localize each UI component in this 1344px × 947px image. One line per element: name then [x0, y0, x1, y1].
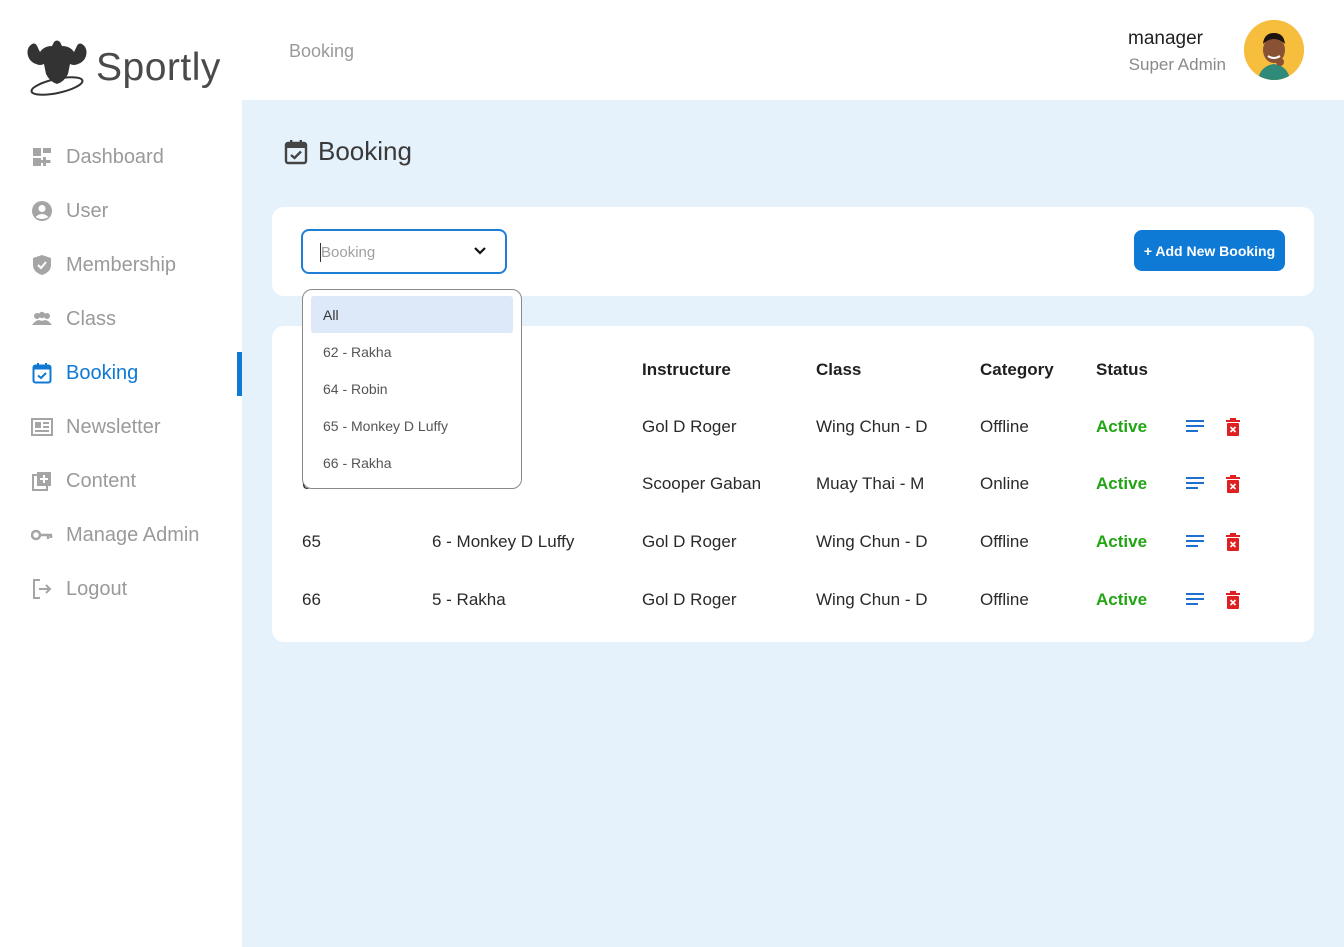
dropdown-option[interactable]: 65 - Monkey D Luffy: [311, 407, 513, 444]
details-icon[interactable]: [1185, 475, 1205, 491]
newspaper-icon: [31, 416, 53, 438]
cell-id: 65: [302, 532, 321, 551]
dashboard-icon: [31, 146, 53, 168]
cell-class: Wing Chun - D: [816, 417, 928, 436]
sidebar-item-label: Dashboard: [66, 145, 164, 168]
logo-text: Sportly: [96, 46, 221, 89]
table-row: 66 5 - Rakha Gol D Roger Wing Chun - D O…: [272, 590, 1314, 620]
dropdown-option[interactable]: 64 - Robin: [311, 370, 513, 407]
calendar-check-icon: [284, 139, 308, 164]
column-header-class: Class: [816, 360, 862, 379]
breadcrumb: Booking: [289, 41, 355, 61]
cell-instructure: Gol D Roger: [642, 532, 737, 551]
details-icon[interactable]: [1185, 533, 1205, 549]
logo[interactable]: Sportly: [24, 38, 221, 98]
sidebar-item-booking[interactable]: Booking: [0, 346, 242, 400]
sidebar-item-manage-admin[interactable]: Manage Admin: [0, 508, 242, 562]
cell-member: 5 - Rakha: [432, 590, 506, 609]
booking-select-placeholder: Booking: [321, 244, 376, 261]
sidebar-item-label: Newsletter: [66, 415, 161, 438]
sidebar-item-label: Manage Admin: [66, 523, 200, 546]
booking-select[interactable]: Booking: [301, 229, 507, 274]
logout-icon: [31, 578, 53, 600]
column-header-category: Category: [980, 360, 1054, 379]
cell-class: Muay Thai - M: [816, 474, 925, 493]
details-icon[interactable]: [1185, 418, 1205, 434]
cell-member: 6 - Monkey D Luffy: [432, 532, 575, 551]
sidebar-item-class[interactable]: Class: [0, 292, 242, 346]
delete-icon[interactable]: [1226, 475, 1240, 493]
avatar-portrait-icon: [1244, 20, 1304, 80]
filter-card: Booking + Add New Booking: [272, 207, 1314, 296]
page-title-text: Booking: [318, 136, 412, 166]
dropdown-option[interactable]: 62 - Rakha: [311, 333, 513, 370]
status-badge: Active: [1096, 417, 1148, 436]
add-new-booking-button[interactable]: + Add New Booking: [1134, 230, 1285, 271]
user-name: manager: [1128, 28, 1203, 49]
cell-instructure: Gol D Roger: [642, 590, 737, 609]
sidebar-item-membership[interactable]: Membership: [0, 238, 242, 292]
cell-class: Wing Chun - D: [816, 590, 928, 609]
sidebar-item-content[interactable]: Content: [0, 454, 242, 508]
details-icon[interactable]: [1185, 591, 1205, 607]
dropdown-option-all[interactable]: All: [311, 296, 513, 333]
page-title: Booking: [284, 136, 412, 167]
sidebar-item-label: Content: [66, 469, 137, 492]
column-header-status: Status: [1096, 360, 1148, 379]
cell-category: Online: [980, 474, 1030, 493]
sidebar-item-newsletter[interactable]: Newsletter: [0, 400, 242, 454]
column-header-instructure: Instructure: [642, 360, 731, 379]
main-content: Booking Booking + Add New Booking Instru…: [242, 100, 1344, 947]
sidebar-item-dashboard[interactable]: Dashboard: [0, 130, 242, 184]
sidebar-item-label: Booking: [66, 361, 139, 384]
cell-category: Offline: [980, 417, 1029, 436]
key-icon: [31, 524, 53, 546]
cell-id: 66: [302, 590, 321, 609]
group-icon: [31, 308, 53, 330]
cell-category: Offline: [980, 590, 1029, 609]
user-icon: [31, 200, 53, 222]
sidebar: Sportly Dashboard User Membership Class: [0, 0, 242, 947]
sportly-logo-icon: [27, 40, 87, 96]
shield-check-icon: [31, 254, 53, 276]
delete-icon[interactable]: [1226, 591, 1240, 609]
sidebar-item-user[interactable]: User: [0, 184, 242, 238]
table-row: 65 6 - Monkey D Luffy Gol D Roger Wing C…: [272, 532, 1314, 562]
cell-instructure: Scooper Gaban: [642, 474, 762, 493]
chevron-down-icon: [474, 247, 486, 255]
add-content-icon: [31, 470, 53, 492]
user-role: Super Admin: [1128, 55, 1226, 74]
booking-select-dropdown: All 62 - Rakha 64 - Robin 65 - Monkey D …: [302, 289, 522, 489]
cell-class: Wing Chun - D: [816, 532, 928, 551]
sidebar-nav: Dashboard User Membership Class Booking: [0, 130, 242, 616]
dropdown-option[interactable]: 66 - Rakha: [311, 444, 513, 481]
sidebar-item-label: User: [66, 199, 109, 222]
avatar[interactable]: [1244, 20, 1304, 80]
cell-category: Offline: [980, 532, 1029, 551]
sidebar-item-label: Membership: [66, 253, 177, 276]
sidebar-item-label: Logout: [66, 577, 128, 600]
status-badge: Active: [1096, 532, 1148, 551]
sidebar-item-label: Class: [66, 307, 117, 330]
delete-icon[interactable]: [1226, 533, 1240, 551]
status-badge: Active: [1096, 590, 1148, 609]
cell-instructure: Gol D Roger: [642, 417, 737, 436]
top-header: Booking manager Super Admin: [242, 0, 1344, 100]
sidebar-item-logout[interactable]: Logout: [0, 562, 242, 616]
delete-icon[interactable]: [1226, 418, 1240, 436]
calendar-check-icon: [31, 362, 53, 384]
status-badge: Active: [1096, 474, 1148, 493]
